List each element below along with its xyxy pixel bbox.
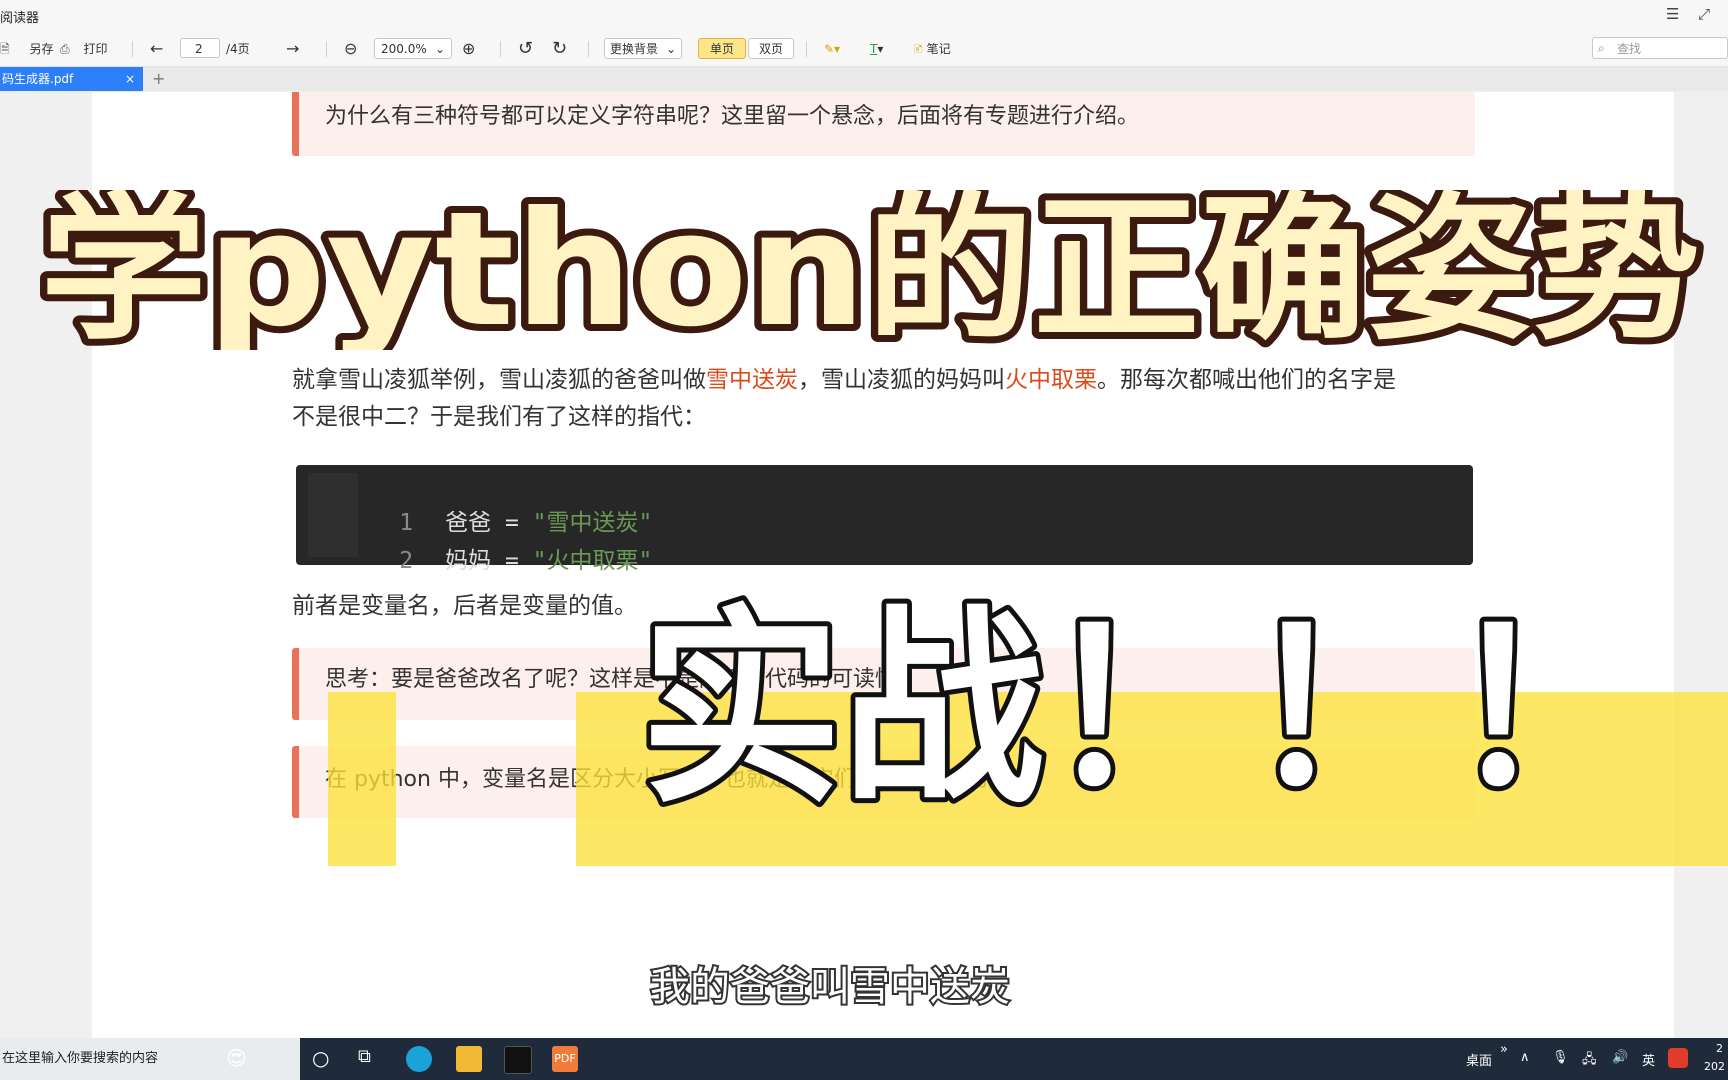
page-total: /4页 (226, 42, 250, 56)
print-label: 打印 (83, 42, 108, 56)
paragraph: 就拿雪山凌狐举例，雪山凌狐的爸爸叫做雪中送炭，雪山凌狐的妈妈叫火中取栗。那每次都… (292, 362, 1396, 398)
save-as-button[interactable]: 🗎 另存 (0, 39, 54, 59)
chevron-down-icon: ⌄ (665, 42, 676, 56)
zoom-select[interactable]: 200.0% ⌄ (374, 38, 452, 59)
chevron-double-right-icon[interactable]: » (1500, 1042, 1508, 1057)
zoom-in-icon: ⊕ (462, 39, 476, 58)
divider (500, 41, 501, 57)
tab-bar: 码生成器.pdf × + (0, 67, 1728, 91)
highlight-text: 火中取栗 (1005, 367, 1097, 393)
taskbar: 在这里输入你要搜索的内容 😍 ○ ⧉ PDF 桌面 » ∧ 🎙 🖧 🔊 英 2 … (0, 1038, 1728, 1080)
note-label: 笔记 (926, 42, 951, 56)
rotate-left-button[interactable]: ↺ (518, 39, 533, 59)
file-explorer-icon[interactable] (456, 1046, 482, 1072)
code-string: "火中取栗" (532, 548, 653, 574)
code-operator: = (504, 548, 519, 574)
paragraph-text: 就拿雪山凌狐举例，雪山凌狐的爸爸叫做 (292, 367, 706, 393)
single-page-button[interactable]: 单页 (698, 38, 746, 59)
zoom-out-icon: ⊖ (344, 39, 358, 58)
caption-text: 我的爸爸叫雪中送炭 (650, 964, 1010, 1010)
divider (588, 41, 589, 57)
code-block: 1 爸爸 = "雪中送炭" 2 妈妈 = "火中取栗" (296, 465, 1473, 574)
chevron-down-icon: ▾ (877, 42, 884, 56)
note-text: 为什么有三种符号都可以定义字符串呢？这里留一个悬念，后面将有专题进行介绍。 (325, 104, 1140, 129)
prev-page-button[interactable]: ← (150, 39, 163, 59)
overlay-subtitle: 实战！！！ (635, 590, 1655, 820)
new-tab-button[interactable]: + (152, 67, 165, 91)
ime-indicator[interactable]: 英 (1642, 1050, 1655, 1069)
sogou-icon[interactable] (1668, 1048, 1688, 1068)
paragraph: 不是很中二？于是我们有了这样的指代： (292, 404, 706, 430)
zoom-value: 200.0% (381, 42, 427, 56)
pdf-reader-icon[interactable]: PDF (552, 1046, 578, 1072)
emoji-icon: 😍 (226, 1046, 247, 1070)
zoom-out-button[interactable]: ⊖ (344, 39, 357, 59)
note-callout: 为什么有三种符号都可以定义字符串呢？这里留一个悬念，后面将有专题进行介绍。 (292, 92, 1475, 156)
background-select[interactable]: 更换背景 ⌄ (604, 38, 682, 59)
tab-label: 码生成器.pdf (2, 72, 74, 86)
next-page-button[interactable]: → (286, 39, 299, 59)
background-label: 更换背景 (610, 42, 659, 56)
hamburger-icon[interactable]: ☰ (1666, 5, 1679, 23)
single-page-label: 单页 (709, 42, 734, 56)
taskbar-search-placeholder: 在这里输入你要搜索的内容 (2, 1051, 159, 1066)
page-number-input[interactable]: 2 (180, 38, 220, 58)
zoom-in-button[interactable]: ⊕ (462, 39, 475, 59)
note-icon: 🗈 (914, 42, 923, 56)
note-button[interactable]: 🗈 笔记 (914, 39, 951, 59)
taskbar-search-input[interactable]: 在这里输入你要搜索的内容 (0, 1038, 300, 1080)
arrow-right-icon: → (286, 39, 300, 58)
edge-icon[interactable] (406, 1046, 432, 1072)
search-input[interactable]: 查找 (1592, 37, 1728, 59)
app-title: 阅读器 (0, 11, 40, 26)
text-button[interactable]: T▾ (870, 39, 883, 59)
highlighter-icon: ✎▾ (824, 42, 841, 56)
toolbar: 🗎 另存 ⎙ 打印 ← 2 /4页 → ⊖ 200.0% ⌄ ⊕ ↺ ↻ 更换背… (0, 32, 1728, 67)
microphone-icon[interactable]: 🎙 (1552, 1050, 1569, 1065)
overlay-subtitle-text: 实战！！！ (640, 590, 1650, 820)
print-button[interactable]: ⎙ 打印 (60, 39, 107, 59)
paragraph-text: 。那每次都喊出他们的名字是 (1097, 367, 1396, 393)
task-view-icon[interactable]: ⧉ (358, 1046, 371, 1067)
highlight-button[interactable]: ✎▾ (824, 39, 840, 59)
save-icon: 🗎 (0, 42, 10, 56)
overlay-title: 学python的正确姿势 (33, 190, 1707, 350)
divider (326, 41, 327, 57)
highlight-block (328, 692, 396, 866)
network-icon[interactable]: 🖧 (1582, 1050, 1597, 1072)
double-page-label: 双页 (758, 42, 783, 56)
arrow-left-icon: ← (150, 39, 164, 58)
overlay-title-text: 学python的正确姿势 (40, 190, 1700, 350)
video-caption: 我的爸爸叫雪中送炭 (648, 962, 1012, 1012)
divider (132, 41, 133, 57)
save-as-label: 另存 (29, 42, 54, 56)
title-bar: 阅读器 ☰ ⤢ (0, 0, 1728, 32)
print-icon: ⎙ (60, 42, 70, 56)
close-icon[interactable]: × (125, 67, 135, 91)
chevron-up-icon[interactable]: ∧ (1520, 1050, 1530, 1065)
highlight-text: 雪中送炭 (706, 367, 798, 393)
rotate-right-icon: ↻ (552, 38, 568, 59)
clock-time: 2 (1716, 1042, 1723, 1055)
code-variable: 妈妈 (445, 548, 492, 574)
chevron-down-icon: ⌄ (434, 42, 445, 56)
desktop-label[interactable]: 桌面 (1466, 1050, 1492, 1069)
divider (806, 41, 807, 57)
paragraph-text: ，雪山凌狐的妈妈叫 (798, 367, 1005, 393)
volume-icon[interactable]: 🔊 (1612, 1050, 1628, 1065)
rotate-left-icon: ↺ (518, 38, 534, 59)
rotate-right-button[interactable]: ↻ (552, 39, 567, 59)
double-page-button[interactable]: 双页 (748, 38, 794, 59)
search-icon: ⌕ (1598, 41, 1605, 55)
fullscreen-icon[interactable]: ⤢ (1698, 5, 1710, 23)
tab-document[interactable]: 码生成器.pdf × (0, 67, 143, 91)
terminal-icon[interactable] (504, 1046, 532, 1074)
clock-date: 202 (1704, 1060, 1725, 1073)
cortana-icon[interactable]: ○ (312, 1046, 329, 1070)
line-number: 2 (399, 548, 414, 574)
